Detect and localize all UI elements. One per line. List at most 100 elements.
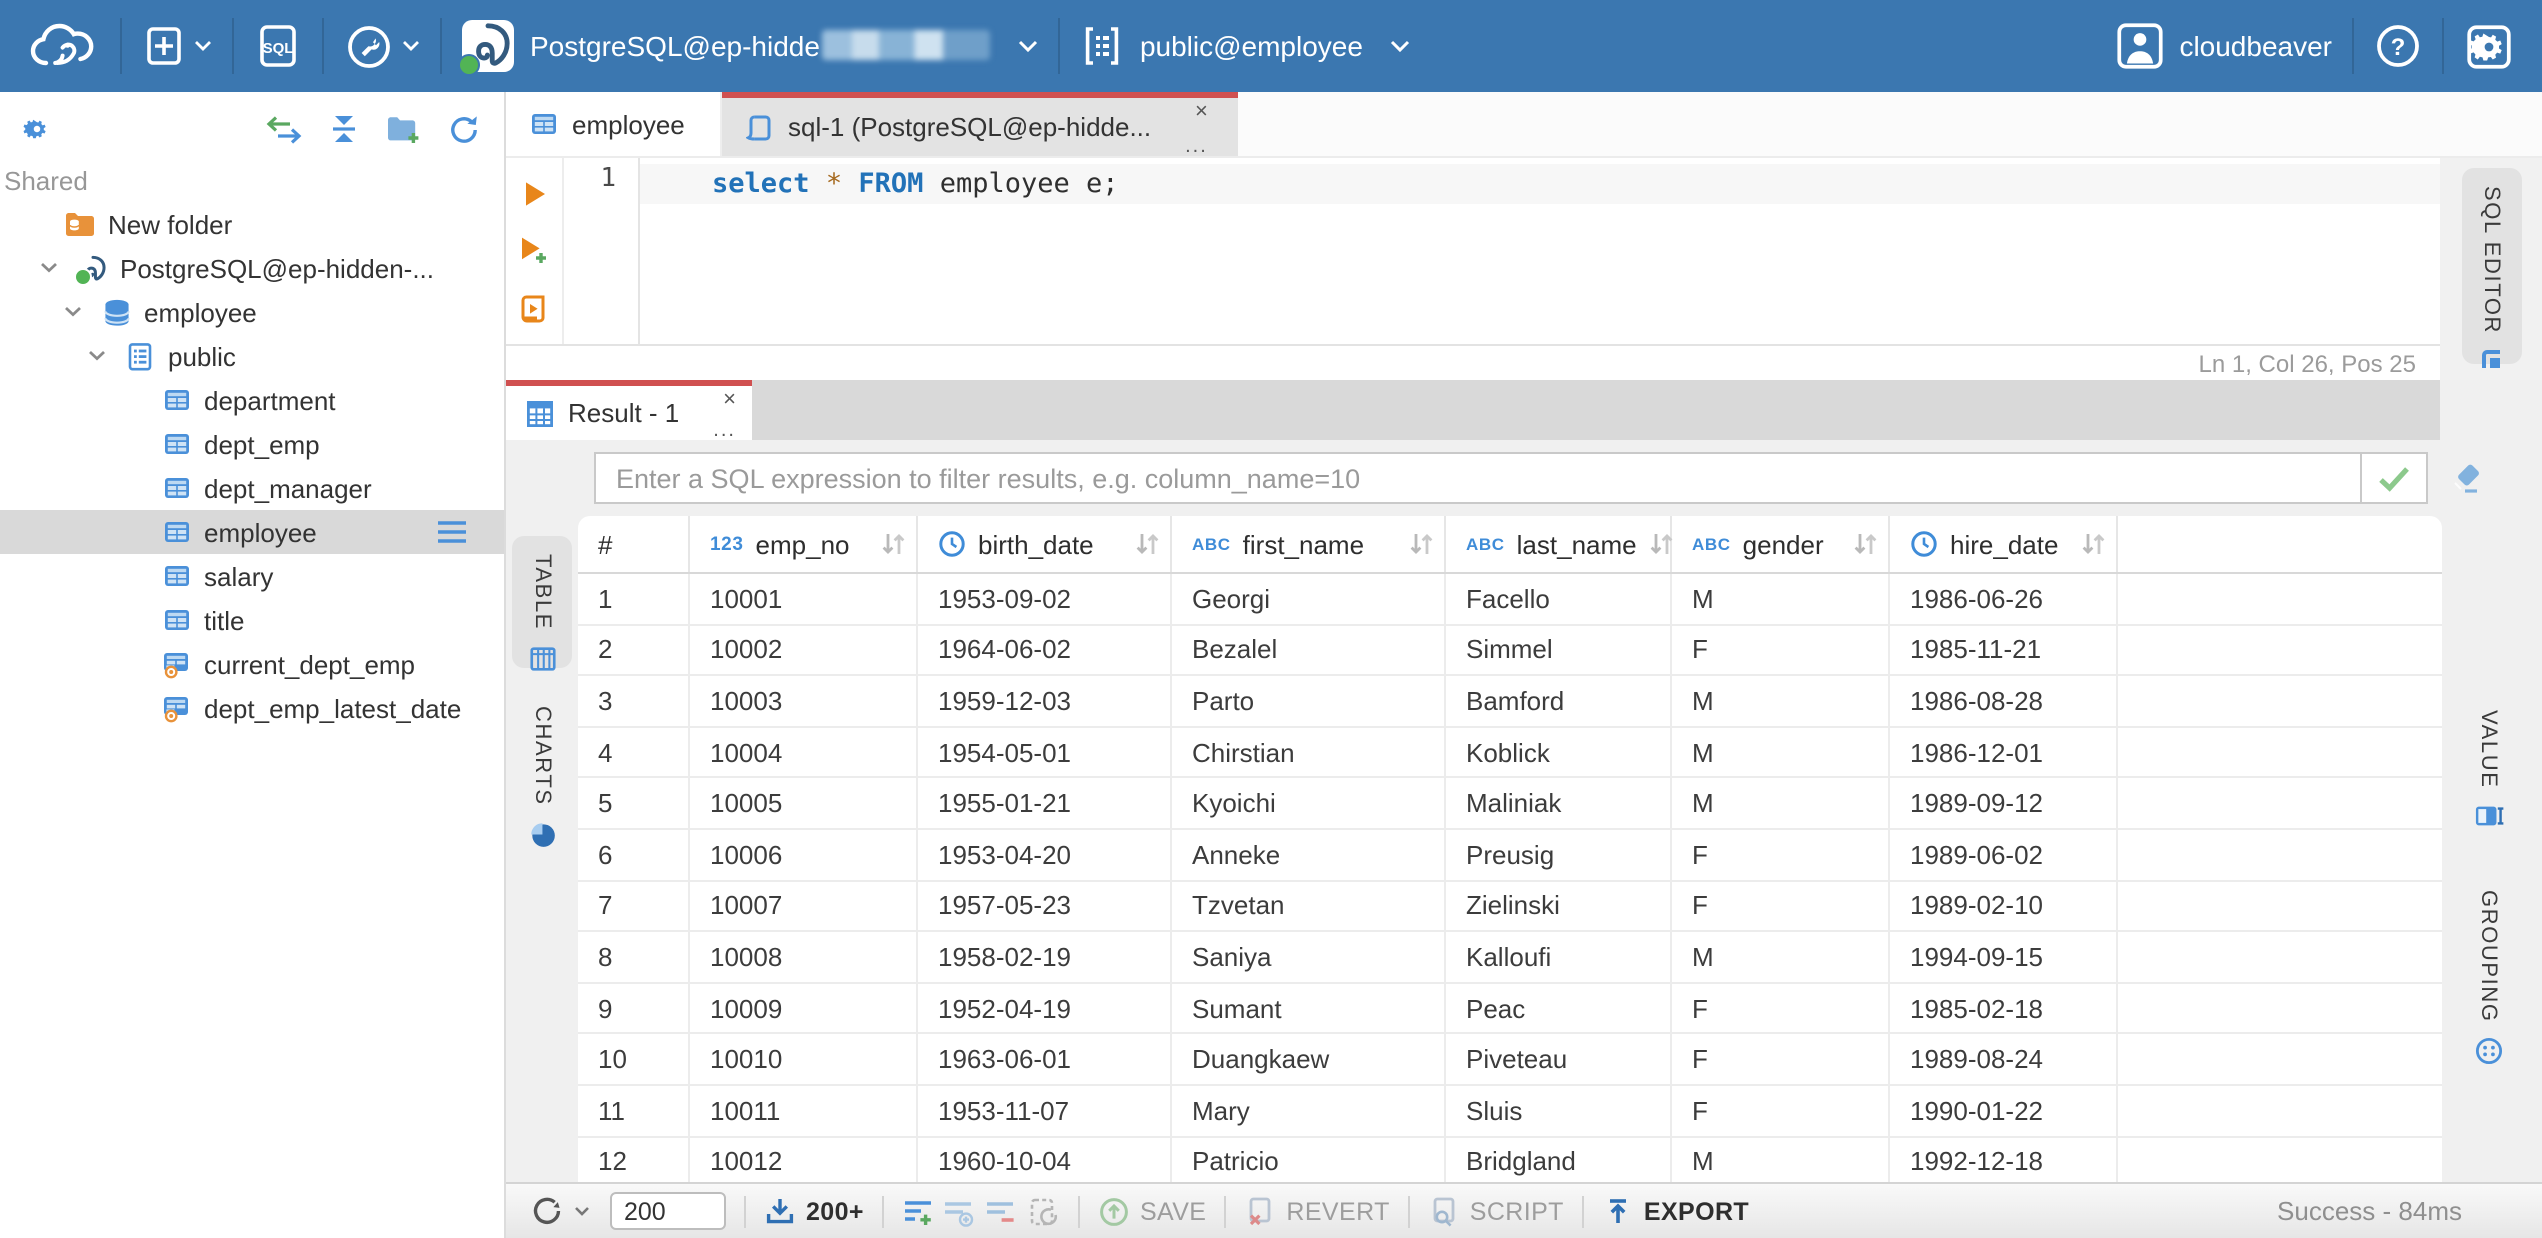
grid-cell[interactable]: 1989-02-10: [1890, 881, 2118, 931]
grid-cell[interactable]: Tzvetan: [1172, 881, 1446, 931]
grid-cell[interactable]: Simmel: [1446, 625, 1672, 675]
row-number-cell[interactable]: 8: [578, 932, 690, 982]
grid-cell[interactable]: 1986-06-26: [1890, 574, 2118, 624]
export-button[interactable]: EXPORT: [1602, 1195, 1749, 1227]
grid-cell[interactable]: Zielinski: [1446, 881, 1672, 931]
grid-cell[interactable]: 1963-06-01: [918, 1034, 1172, 1084]
grid-cell[interactable]: M: [1672, 676, 1890, 726]
new-connection-button[interactable]: [142, 24, 212, 68]
sort-icon[interactable]: [880, 532, 906, 556]
grid-cell[interactable]: Kyoichi: [1172, 778, 1446, 828]
tree-item-dept_manager[interactable]: dept_manager: [0, 466, 504, 510]
collapse-all-icon[interactable]: [328, 114, 360, 144]
row-number-cell[interactable]: 6: [578, 829, 690, 880]
tab-value-panel[interactable]: VALUE: [2458, 692, 2518, 844]
grid-cell[interactable]: 1957-05-23: [918, 881, 1172, 931]
tree-item-current_dept_emp[interactable]: current_dept_emp: [0, 642, 504, 686]
sort-icon[interactable]: [1408, 532, 1434, 556]
row-number-cell[interactable]: 1: [578, 574, 690, 624]
tree-item-public[interactable]: public: [0, 334, 504, 378]
user-menu[interactable]: cloudbeaver: [2115, 22, 2332, 70]
tab-employee[interactable]: employee: [506, 92, 722, 156]
grid-cell[interactable]: 1953-09-02: [918, 574, 1172, 624]
add-row-button[interactable]: [902, 1195, 934, 1227]
column-header-last_name[interactable]: ABC last_name: [1446, 516, 1675, 572]
grid-cell[interactable]: Koblick: [1446, 727, 1672, 777]
grid-cell[interactable]: F: [1672, 829, 1890, 880]
grid-cell[interactable]: 1985-11-21: [1890, 625, 2118, 675]
tab-sql-editor-side[interactable]: SQL EDITOR: [2461, 168, 2521, 369]
grid-cell[interactable]: 1986-12-01: [1890, 727, 2118, 777]
grid-cell[interactable]: Mary: [1172, 1085, 1446, 1136]
grid-cell[interactable]: 10006: [690, 829, 918, 880]
grid-cell[interactable]: 1954-05-01: [918, 727, 1172, 777]
grid-cell[interactable]: Bamford: [1446, 676, 1672, 726]
row-number-cell[interactable]: 10: [578, 1034, 690, 1084]
tree-item-dept_emp_latest_date[interactable]: dept_emp_latest_date: [0, 686, 504, 730]
execute-new-tab-icon[interactable]: [518, 236, 550, 266]
tree-item-department[interactable]: department: [0, 378, 504, 422]
grid-cell[interactable]: Parto: [1172, 676, 1446, 726]
grid-cell[interactable]: 1953-04-20: [918, 829, 1172, 880]
close-tab-icon[interactable]: ×: [1195, 101, 1208, 123]
sort-icon[interactable]: [1134, 532, 1160, 556]
sort-icon[interactable]: [1649, 532, 1675, 556]
chevron-down-icon[interactable]: [56, 306, 88, 318]
grid-cell[interactable]: Chirstian: [1172, 727, 1446, 777]
grid-cell[interactable]: Georgi: [1172, 574, 1446, 624]
new-sql-editor-button[interactable]: SQL: [254, 22, 302, 70]
sync-connections-icon[interactable]: [266, 115, 302, 143]
grid-cell[interactable]: 10001: [690, 574, 918, 624]
sort-icon[interactable]: [1852, 532, 1878, 556]
column-header-birth_date[interactable]: birth_date: [918, 516, 1172, 572]
grid-cell[interactable]: 10008: [690, 932, 918, 982]
grid-cell[interactable]: M: [1672, 778, 1890, 828]
settings-button[interactable]: [2464, 21, 2514, 71]
row-number-cell[interactable]: 9: [578, 983, 690, 1033]
revert-button[interactable]: REVERT: [1244, 1195, 1389, 1227]
refresh-result-button[interactable]: [530, 1194, 590, 1228]
grid-cell[interactable]: M: [1672, 932, 1890, 982]
tab-sql-editor[interactable]: sql-1 (PostgreSQL@ep-hidde... × ...: [722, 92, 1238, 157]
row-number-cell[interactable]: 2: [578, 625, 690, 675]
grid-cell[interactable]: Sluis: [1446, 1085, 1672, 1136]
grid-cell[interactable]: F: [1672, 983, 1890, 1033]
grid-cell[interactable]: Facello: [1446, 574, 1672, 624]
tab-charts-presentation[interactable]: CHARTS: [512, 688, 572, 848]
grid-cell[interactable]: F: [1672, 881, 1890, 931]
grid-cell[interactable]: Saniya: [1172, 932, 1446, 982]
grid-cell[interactable]: 10003: [690, 676, 918, 726]
code-area[interactable]: select * FROM employee e;: [640, 158, 2440, 344]
grid-cell[interactable]: 10012: [690, 1137, 918, 1182]
grid-cell[interactable]: 1989-08-24: [1890, 1034, 2118, 1084]
apply-filter-button[interactable]: [2360, 452, 2428, 504]
column-header-gender[interactable]: ABC gender: [1672, 516, 1890, 572]
grid-cell[interactable]: Anneke: [1172, 829, 1446, 880]
grid-cell[interactable]: 1955-01-21: [918, 778, 1172, 828]
tree-item-employee[interactable]: employee: [0, 290, 504, 334]
grid-cell[interactable]: 10009: [690, 983, 918, 1033]
grid-cell[interactable]: Peac: [1446, 983, 1672, 1033]
tab-menu-icon[interactable]: ...: [713, 421, 736, 441]
grid-cell[interactable]: 1953-11-07: [918, 1085, 1172, 1136]
grid-cell[interactable]: Preusig: [1446, 829, 1672, 880]
column-header-emp_no[interactable]: 123 emp_no: [690, 516, 918, 572]
execute-query-icon[interactable]: [521, 180, 547, 208]
grid-cell[interactable]: Duangkaew: [1172, 1034, 1446, 1084]
grid-cell[interactable]: 10011: [690, 1085, 918, 1136]
grid-cell[interactable]: Bridgland: [1446, 1137, 1672, 1182]
clear-filter-eraser-icon[interactable]: [2448, 462, 2482, 494]
grid-cell[interactable]: 1959-12-03: [918, 676, 1172, 726]
filter-input[interactable]: [594, 452, 2362, 504]
grid-cell[interactable]: 1952-04-19: [918, 983, 1172, 1033]
tab-result-1[interactable]: Result - 1 × ...: [506, 380, 752, 441]
tree-item-postgresql-ep-hidden-[interactable]: PostgreSQL@ep-hidden-...: [0, 246, 504, 290]
driver-tools-button[interactable]: [344, 21, 420, 71]
tree-item-employee[interactable]: employee: [0, 510, 504, 554]
connection-selector[interactable]: PostgreSQL@ep-hidde: [458, 20, 1038, 76]
column-header-hire_date[interactable]: hire_date: [1890, 516, 2118, 572]
grid-cell[interactable]: Patricio: [1172, 1137, 1446, 1182]
sort-icon[interactable]: [2080, 532, 2106, 556]
chevron-down-icon[interactable]: [32, 262, 64, 274]
grid-cell[interactable]: Kalloufi: [1446, 932, 1672, 982]
